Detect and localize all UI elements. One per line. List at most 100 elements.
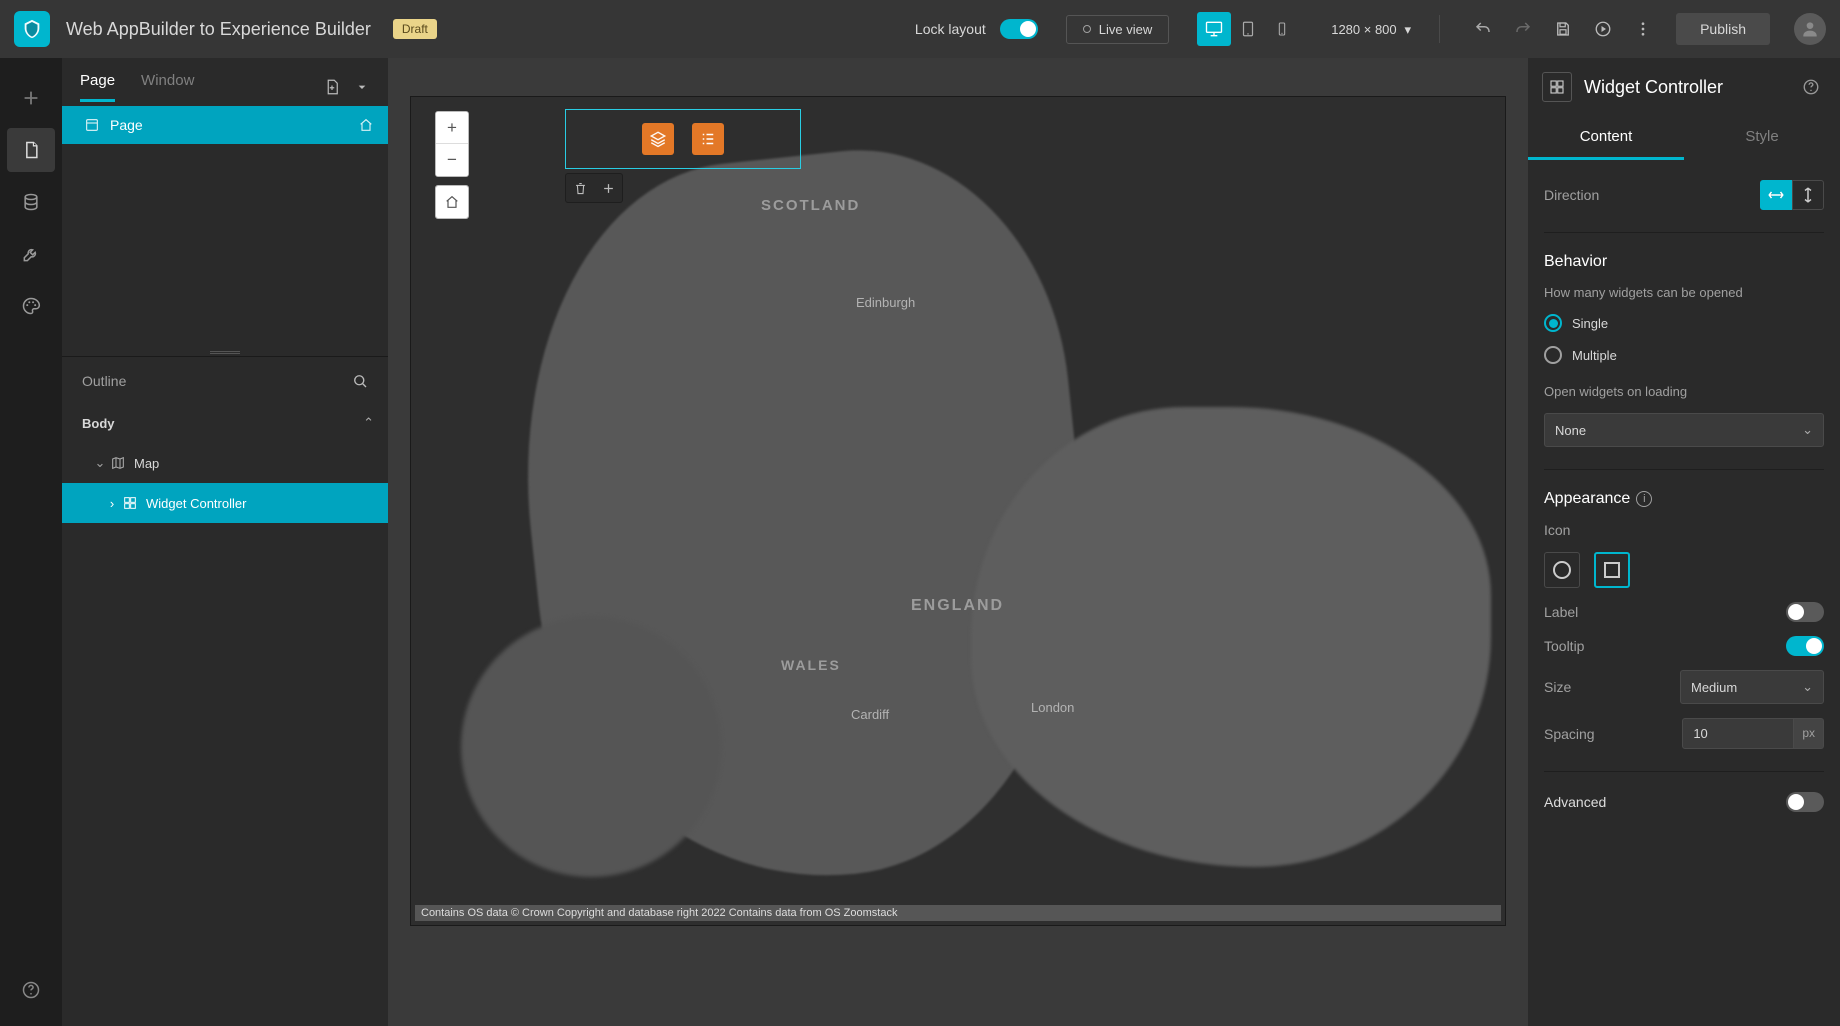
- icon-shape-group: [1544, 552, 1824, 588]
- map-zoom-in-button[interactable]: +: [436, 112, 468, 144]
- direction-horizontal-button[interactable]: [1760, 180, 1792, 210]
- outline-map-row[interactable]: ⌄ Map: [62, 443, 388, 483]
- outline-body-row[interactable]: Body ⌃: [62, 403, 388, 443]
- rail-add-button[interactable]: [7, 76, 55, 120]
- chevron-up-icon: ⌃: [363, 415, 374, 431]
- rail-theme-button[interactable]: [7, 284, 55, 328]
- preview-button[interactable]: [1588, 14, 1618, 44]
- label-toggle-label: Label: [1544, 604, 1578, 620]
- outline-widget-controller-label: Widget Controller: [146, 496, 246, 511]
- info-icon[interactable]: i: [1636, 491, 1652, 507]
- lock-layout-toggle[interactable]: [1000, 19, 1038, 39]
- publish-button[interactable]: Publish: [1676, 13, 1770, 45]
- advanced-toggle[interactable]: [1786, 792, 1824, 812]
- app-title: Web AppBuilder to Experience Builder: [66, 19, 371, 40]
- page-options-button[interactable]: [350, 75, 374, 99]
- direction-label: Direction: [1544, 187, 1599, 203]
- icon-shape-circle[interactable]: [1544, 552, 1580, 588]
- properties-tab-style[interactable]: Style: [1684, 116, 1840, 160]
- chevron-right-icon: ›: [104, 496, 120, 511]
- appearance-title: Appearance: [1544, 490, 1630, 508]
- open-on-load-label: Open widgets on loading: [1544, 384, 1824, 399]
- rail-data-button[interactable]: [7, 180, 55, 224]
- rail-pages-button[interactable]: [7, 128, 55, 172]
- radio-icon: [1544, 346, 1562, 364]
- rail-utilities-button[interactable]: [7, 232, 55, 276]
- rail-help-button[interactable]: [7, 968, 55, 1012]
- user-avatar[interactable]: [1794, 13, 1826, 45]
- direction-vertical-button[interactable]: [1792, 180, 1824, 210]
- radio-single[interactable]: Single: [1544, 314, 1824, 332]
- lock-layout-label: Lock layout: [915, 21, 986, 37]
- chevron-down-icon: ⌄: [1802, 679, 1813, 695]
- page-list: Page: [62, 102, 388, 148]
- outline-body-label: Body: [82, 416, 363, 431]
- page-item-label: Page: [110, 117, 358, 133]
- app-logo: [14, 11, 50, 47]
- tab-window[interactable]: Window: [141, 72, 194, 102]
- outline-section: Outline Body ⌃ ⌄ Map ›: [62, 356, 388, 1026]
- radio-icon: [1544, 314, 1562, 332]
- canvas-add-button[interactable]: [594, 174, 622, 202]
- outline-search-button[interactable]: [348, 369, 372, 393]
- properties-title: Widget Controller: [1584, 77, 1796, 98]
- header-separator: [1439, 15, 1440, 43]
- canvas-area: SCOTLAND ENGLAND WALES Edinburgh Cardiff…: [388, 58, 1528, 1026]
- map-attribution: Contains OS data © Crown Copyright and d…: [415, 905, 1501, 921]
- app-header: Web AppBuilder to Experience Builder Dra…: [0, 0, 1840, 58]
- home-icon: [358, 117, 374, 133]
- label-toggle[interactable]: [1786, 602, 1824, 622]
- properties-widget-icon: [1542, 72, 1572, 102]
- radio-multiple-label: Multiple: [1572, 348, 1617, 363]
- size-label: Size: [1544, 679, 1571, 695]
- outline-widget-controller-row[interactable]: › Widget Controller: [62, 483, 388, 523]
- radio-multiple[interactable]: Multiple: [1544, 346, 1824, 364]
- resolution-dropdown[interactable]: 1280 × 800 ▾: [1331, 21, 1411, 38]
- add-page-button[interactable]: [320, 75, 344, 99]
- map-zoom-out-button[interactable]: −: [436, 144, 468, 176]
- canvas-delete-button[interactable]: [566, 174, 594, 202]
- device-desktop-button[interactable]: [1197, 12, 1231, 46]
- tooltip-toggle-label: Tooltip: [1544, 638, 1584, 654]
- map-landmass: [461, 617, 721, 877]
- device-phone-button[interactable]: [1265, 12, 1299, 46]
- device-preview-group: [1197, 12, 1299, 46]
- canvas-widget-controller-selection[interactable]: [565, 109, 801, 169]
- behavior-title: Behavior: [1544, 253, 1824, 271]
- map-zoom-control: + −: [435, 111, 469, 177]
- widget-legend-button[interactable]: [692, 123, 724, 155]
- spacing-unit[interactable]: px: [1794, 718, 1824, 749]
- size-select[interactable]: Medium ⌄: [1680, 670, 1824, 704]
- icon-shape-square[interactable]: [1594, 552, 1630, 588]
- main-area: Page Window Page: [0, 58, 1840, 1026]
- chevron-down-icon: ⌄: [92, 455, 108, 471]
- canvas-frame[interactable]: SCOTLAND ENGLAND WALES Edinburgh Cardiff…: [410, 96, 1506, 926]
- tab-page[interactable]: Page: [80, 72, 115, 102]
- page-icon: [84, 117, 100, 133]
- map-landmass: [971, 407, 1491, 867]
- spacing-input[interactable]: [1682, 718, 1794, 749]
- widget-layers-button[interactable]: [642, 123, 674, 155]
- direction-group: [1760, 180, 1824, 210]
- advanced-label: Advanced: [1544, 794, 1606, 810]
- map-icon: [110, 455, 126, 471]
- undo-button[interactable]: [1468, 14, 1498, 44]
- left-panel-tabs: Page Window: [62, 58, 388, 102]
- properties-tab-content[interactable]: Content: [1528, 116, 1684, 160]
- redo-button[interactable]: [1508, 14, 1538, 44]
- device-tablet-button[interactable]: [1231, 12, 1265, 46]
- open-on-load-value: None: [1555, 423, 1586, 438]
- open-on-load-select[interactable]: None ⌄: [1544, 413, 1824, 447]
- tooltip-toggle[interactable]: [1786, 636, 1824, 656]
- save-button[interactable]: [1548, 14, 1578, 44]
- panel-resizer[interactable]: [62, 348, 388, 356]
- live-view-button[interactable]: Live view: [1066, 15, 1169, 44]
- header-actions: Lock layout Live view 1280 × 800 ▾: [915, 12, 1826, 46]
- radio-single-label: Single: [1572, 316, 1608, 331]
- more-options-button[interactable]: [1628, 14, 1658, 44]
- map-home-button[interactable]: [436, 186, 468, 218]
- icon-label: Icon: [1544, 522, 1824, 538]
- page-item[interactable]: Page: [62, 106, 388, 144]
- properties-help-button[interactable]: [1796, 72, 1826, 102]
- chevron-down-icon: ⌄: [1802, 422, 1813, 438]
